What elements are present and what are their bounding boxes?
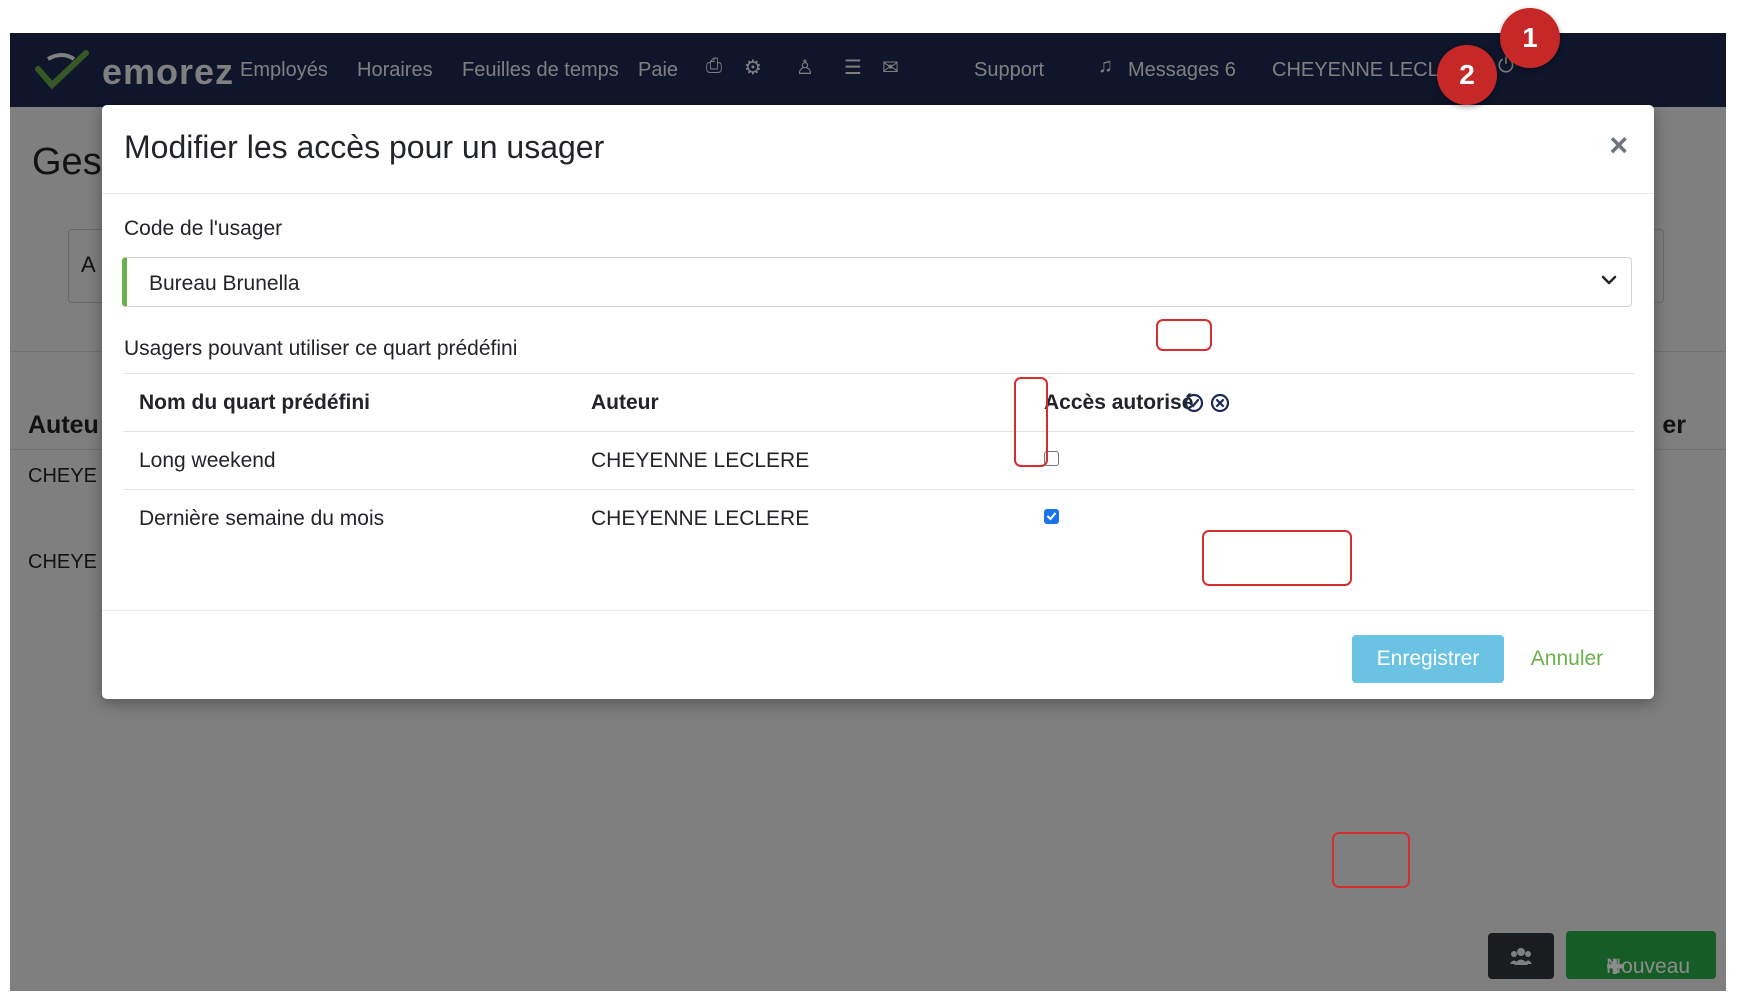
users-icon (1510, 948, 1532, 965)
col-header-access: Accès autorisé (1044, 391, 1194, 414)
col-header-author: Auteur (591, 391, 659, 414)
table-top-border (124, 373, 1634, 374)
plus-icon: ✚ (1606, 956, 1624, 979)
user-code-value: Bureau Brunella (149, 272, 300, 295)
row-divider (124, 431, 1634, 432)
modal-footer-divider (102, 610, 1654, 611)
modal-title: Modifier les accès pour un usager (124, 129, 605, 165)
highlight-save-button (1202, 530, 1352, 586)
row-1-shift-name: Long weekend (139, 449, 276, 472)
step-badge-2: 2 (1437, 45, 1497, 105)
cancel-button-label: Annuler (1530, 647, 1604, 670)
step-badge-1: 1 (1500, 8, 1560, 68)
checkmark-icon (1047, 512, 1056, 521)
modal-header-divider (102, 193, 1654, 194)
user-code-label: Code de l'usager (124, 217, 283, 240)
highlight-user-access-button (1332, 832, 1410, 888)
row-1-author: CHEYENNE LECLERE (591, 449, 810, 472)
deselect-all-x-icon[interactable] (1210, 393, 1230, 413)
row-2-author: CHEYENNE LECLERE (591, 507, 810, 530)
row-2-shift-name: Dernière semaine du mois (139, 507, 385, 530)
user-access-button[interactable] (1488, 933, 1554, 979)
user-code-select[interactable]: Bureau Brunella (122, 257, 1632, 307)
save-button[interactable]: Enregistrer (1352, 635, 1504, 683)
highlight-select-icons (1156, 319, 1212, 351)
section-label: Usagers pouvant utiliser ce quart prédéf… (124, 337, 518, 360)
edit-access-modal: Modifier les accès pour un usager × Code… (102, 105, 1654, 699)
new-button[interactable]: Nouveau ✚ (1566, 931, 1716, 979)
row-divider (124, 489, 1634, 490)
highlight-checkboxes (1014, 377, 1048, 467)
col-header-shift-name: Nom du quart prédéfini (139, 391, 370, 414)
row-2-access-checkbox[interactable] (1044, 509, 1059, 524)
chevron-down-icon (1601, 275, 1617, 285)
close-icon[interactable]: × (1609, 127, 1628, 164)
select-all-check-icon[interactable] (1184, 393, 1204, 413)
save-button-label: Enregistrer (1376, 647, 1480, 670)
app-window: emorez Employés Horaires Feuilles de tem… (10, 33, 1726, 991)
cancel-button[interactable]: Annuler (1512, 635, 1622, 683)
